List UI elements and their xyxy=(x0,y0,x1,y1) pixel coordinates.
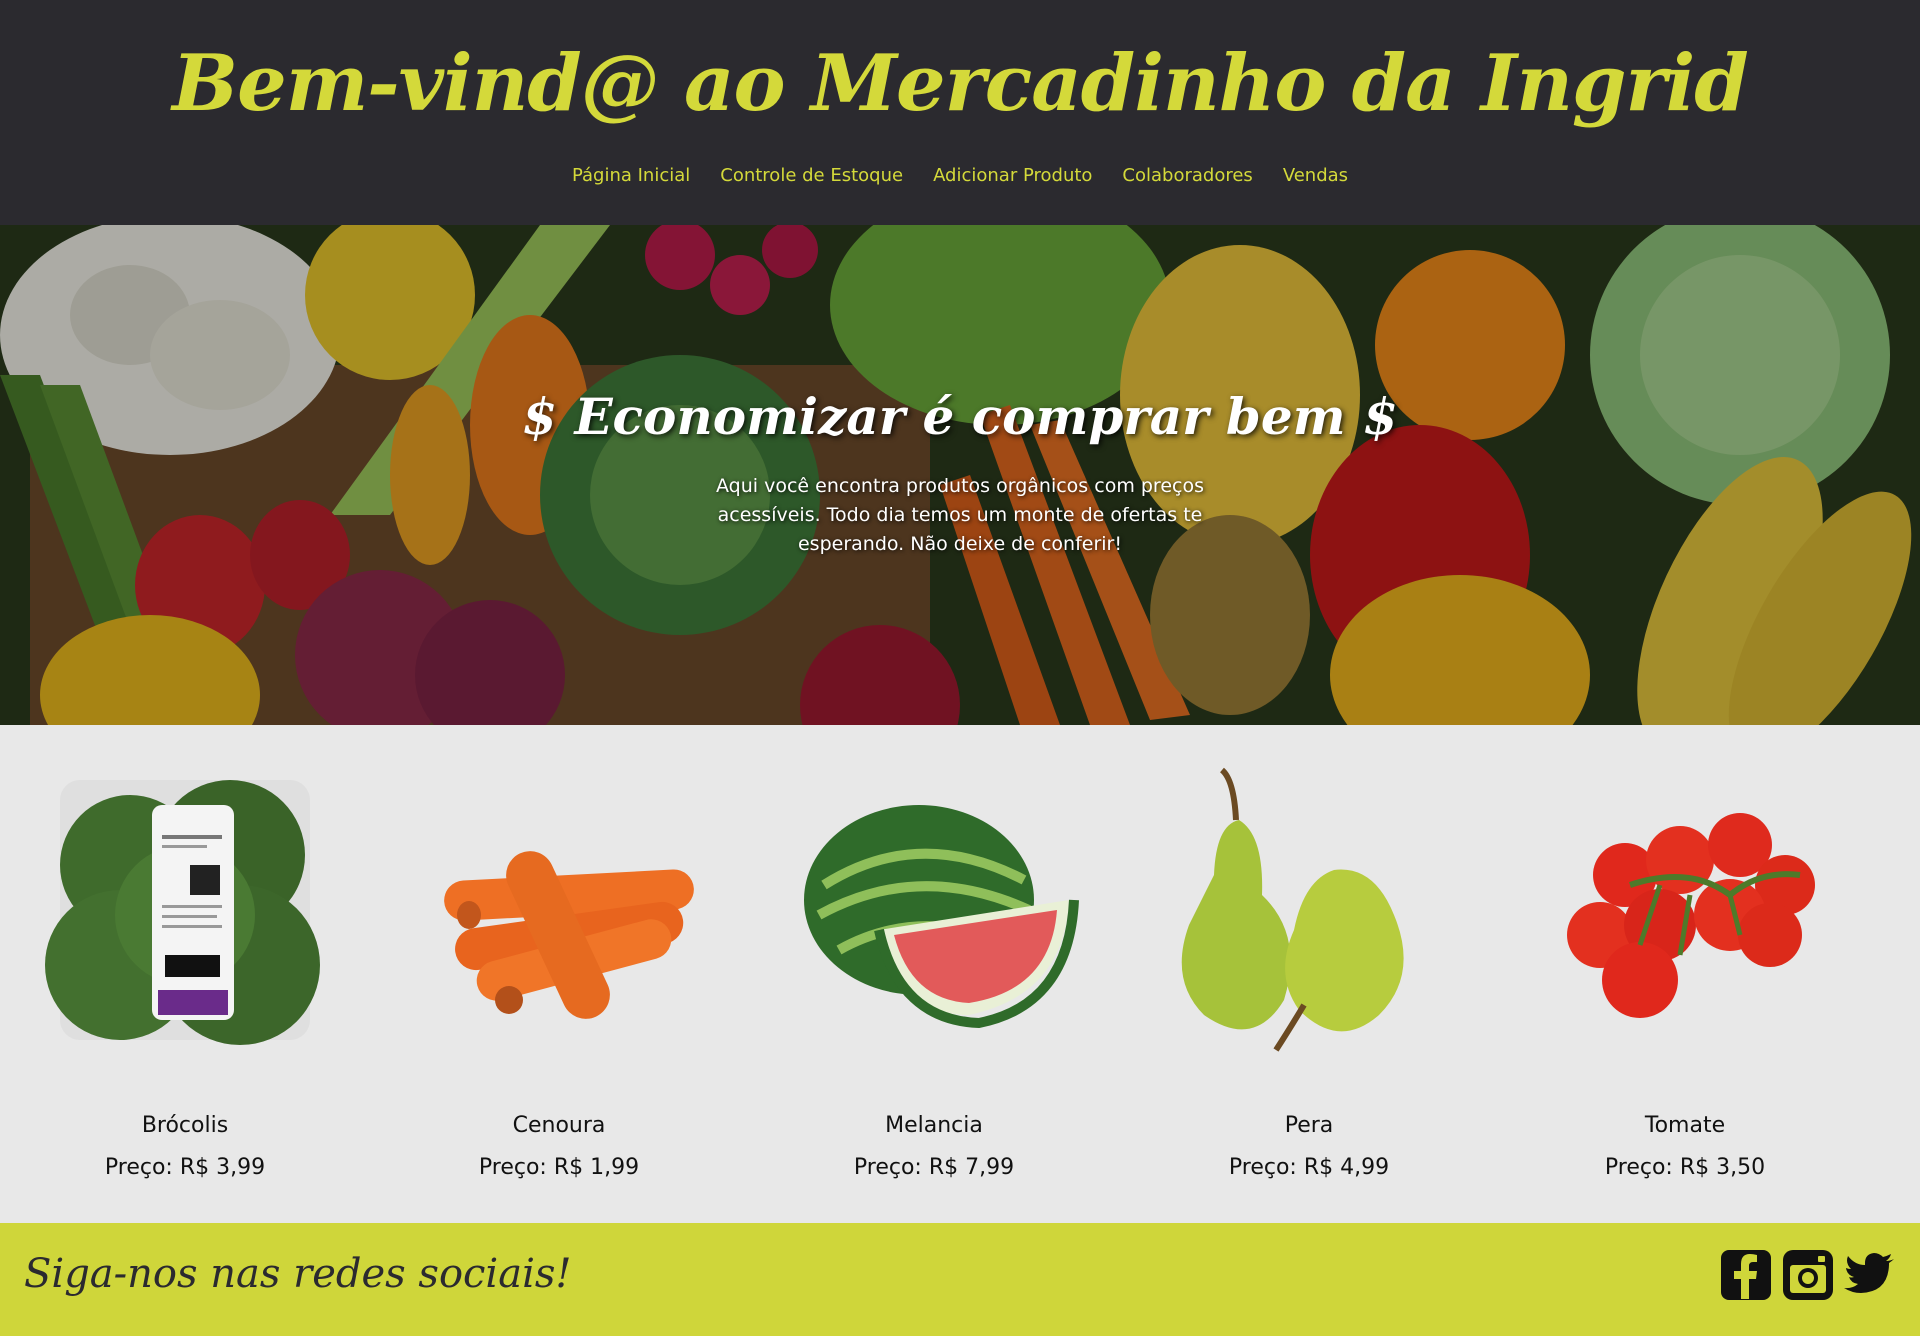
pear-image xyxy=(1181,767,1404,1052)
tomato-image xyxy=(1567,813,1815,1018)
product-price: Preço: R$ 3,99 xyxy=(104,1155,266,1180)
nav-home[interactable]: Página Inicial xyxy=(572,165,690,186)
product-name: Pera xyxy=(1284,1113,1334,1138)
nav-add-product[interactable]: Adicionar Produto xyxy=(933,165,1092,186)
product-price: Preço: R$ 3,50 xyxy=(1604,1155,1766,1180)
watermelon-image xyxy=(804,805,1079,1029)
product-price: Preço: R$ 4,99 xyxy=(1228,1155,1390,1180)
site-footer: Siga-nos nas redes sociais! xyxy=(0,1223,1920,1336)
carrot-image xyxy=(444,851,694,1019)
nav-sales[interactable]: Vendas xyxy=(1283,165,1348,186)
main-nav: Página Inicial Controle de Estoque Adici… xyxy=(0,165,1920,186)
product-name: Cenoura xyxy=(512,1113,606,1138)
product-card-tomato[interactable]: Tomate Preço: R$ 3,50 xyxy=(1520,765,1850,1185)
hero-text: $ Economizar é comprar bem $ Aqui você e… xyxy=(0,225,1920,725)
footer-social-text: Siga-nos nas redes sociais! xyxy=(24,1251,572,1297)
broccoli-image xyxy=(45,780,320,1045)
product-name: Tomate xyxy=(1644,1113,1726,1138)
instagram-icon[interactable] xyxy=(1782,1249,1834,1301)
product-list: Brócolis Preço: R$ 3,99 Cenoura Preço: R… xyxy=(0,725,1920,1223)
hero-banner: $ Economizar é comprar bem $ Aqui você e… xyxy=(0,225,1920,725)
product-name: Brócolis xyxy=(141,1113,229,1138)
product-price: Preço: R$ 1,99 xyxy=(478,1155,640,1180)
product-card-pear[interactable]: Pera Preço: R$ 4,99 xyxy=(1144,765,1474,1185)
product-card-watermelon[interactable]: Melancia Preço: R$ 7,99 xyxy=(769,765,1099,1185)
site-title: Bem-vind@ ao Mercadinho da Ingrid xyxy=(172,38,1749,129)
twitter-icon[interactable] xyxy=(1844,1249,1896,1301)
hero-title: $ Economizar é comprar bem $ xyxy=(522,387,1398,446)
hero-description: Aqui você encontra produtos orgânicos co… xyxy=(716,475,1204,555)
product-card-broccoli[interactable]: Brócolis Preço: R$ 3,99 xyxy=(20,765,350,1185)
nav-stock-control[interactable]: Controle de Estoque xyxy=(720,165,903,186)
product-card-carrot[interactable]: Cenoura Preço: R$ 1,99 xyxy=(394,765,724,1185)
product-price: Preço: R$ 7,99 xyxy=(853,1155,1015,1180)
site-header: Bem-vind@ ao Mercadinho da Ingrid Página… xyxy=(0,0,1920,225)
nav-collaborators[interactable]: Colaboradores xyxy=(1122,165,1252,186)
facebook-icon[interactable] xyxy=(1720,1249,1772,1301)
product-name: Melancia xyxy=(885,1113,983,1138)
